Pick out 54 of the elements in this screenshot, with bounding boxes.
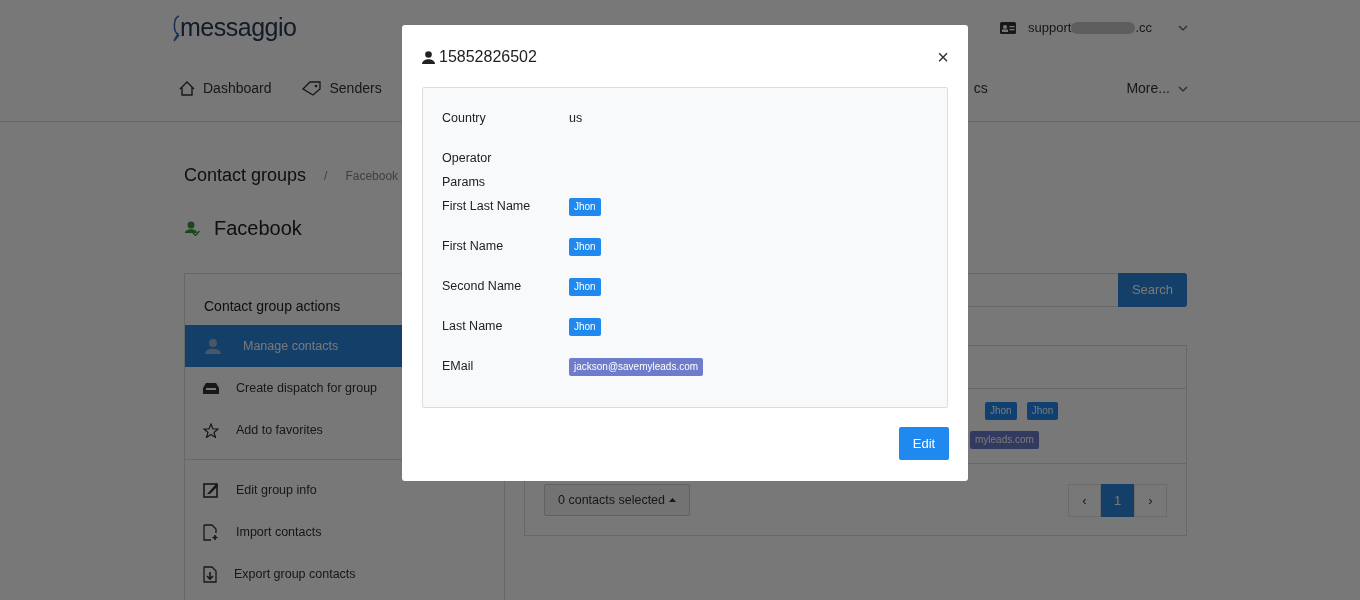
breadcrumb-link[interactable]: Facebook bbox=[345, 166, 399, 185]
name-tag: Jhon bbox=[1026, 402, 1059, 420]
logo-bubble-icon bbox=[172, 13, 180, 42]
field-label: Country bbox=[442, 110, 487, 127]
account-email[interactable]: .cc bbox=[1135, 17, 1152, 38]
value-tag: Jhon bbox=[569, 238, 601, 256]
email-tag: jackson@savemyleads.com bbox=[569, 358, 704, 376]
blurred-text bbox=[1071, 21, 1136, 34]
previous-page[interactable]: ‹ bbox=[1068, 484, 1101, 517]
inbox-icon bbox=[203, 382, 219, 394]
card-title: Contact group actions bbox=[204, 297, 341, 316]
nav-link[interactable]: Dashboard bbox=[179, 78, 272, 99]
star-icon bbox=[203, 422, 219, 438]
account-email[interactable]: support bbox=[1028, 17, 1072, 38]
name-tag: Jhon bbox=[985, 402, 1017, 420]
user-check-icon bbox=[184, 220, 200, 236]
caret-up-icon bbox=[669, 498, 676, 502]
edit-icon bbox=[203, 482, 219, 498]
tag-icon bbox=[301, 81, 322, 96]
field-label: Operator Params bbox=[442, 150, 493, 191]
group-title: Facebook bbox=[214, 216, 302, 241]
sidebar-item[interactable]: Export group contacts bbox=[185, 553, 504, 595]
sidebar-item[interactable]: Edit group info bbox=[185, 469, 504, 511]
next-page[interactable]: › bbox=[1134, 484, 1167, 517]
nav-link[interactable]: Senders bbox=[301, 78, 382, 99]
value-tag: Jhon bbox=[569, 198, 601, 216]
user-icon bbox=[422, 50, 435, 64]
field-label: First Last Name bbox=[442, 198, 532, 215]
logo[interactable]: messaggio bbox=[180, 8, 297, 47]
id-card-icon bbox=[1000, 21, 1016, 34]
email-tag: myleads.com bbox=[970, 431, 1039, 449]
field-value: us bbox=[569, 111, 583, 125]
value-tag: Jhon bbox=[569, 318, 601, 336]
field-label: First Name bbox=[442, 238, 505, 255]
file-download-icon bbox=[203, 565, 217, 583]
page-link[interactable]: 1 bbox=[1101, 484, 1134, 517]
chevron-down-icon[interactable] bbox=[1178, 24, 1188, 31]
edit-button[interactable]: Edit bbox=[899, 427, 949, 460]
breadcrumb-link[interactable]: Contact groups bbox=[184, 162, 307, 189]
sidebar-item[interactable]: Add to favorites bbox=[185, 409, 504, 451]
home-icon bbox=[179, 81, 195, 96]
more-menu[interactable]: More... bbox=[1126, 78, 1188, 99]
chevron-down-icon bbox=[1178, 85, 1188, 92]
selection-dropdown[interactable]: 0 contacts selected bbox=[544, 484, 690, 516]
sidebar-item[interactable]: Import contacts bbox=[185, 511, 504, 553]
close-button[interactable]: × bbox=[937, 47, 949, 67]
modal-title: 15852826502 bbox=[439, 47, 537, 67]
field-label: Second Name bbox=[442, 278, 523, 295]
users-icon bbox=[205, 338, 223, 354]
file-plus-icon bbox=[203, 523, 219, 541]
breadcrumb-separator: / bbox=[324, 167, 328, 185]
search-button[interactable]: Search bbox=[1118, 273, 1187, 307]
nav-link[interactable]: cs bbox=[973, 78, 988, 99]
value-tag: Jhon bbox=[569, 278, 601, 296]
